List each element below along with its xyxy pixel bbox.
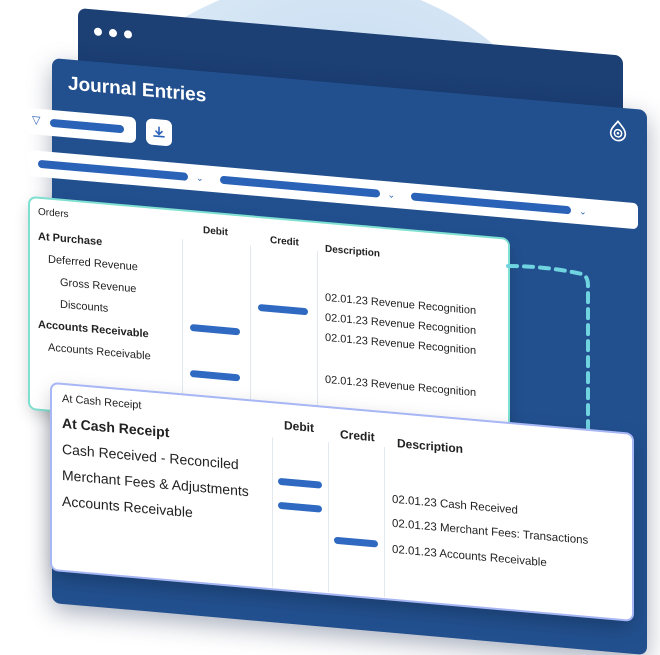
- toolbar: ▽: [26, 107, 172, 147]
- page-title: Journal Entries: [68, 73, 207, 107]
- description-text: 02.01.23 Revenue Recognition: [325, 331, 477, 358]
- select-2[interactable]: ⌄: [219, 174, 396, 200]
- credit-indicator: [334, 536, 378, 548]
- column-debit: Debit: [284, 418, 314, 435]
- debit-indicator: [278, 501, 322, 513]
- filter-icon: ▽: [32, 114, 41, 127]
- description-text: 02.01.23 Revenue Recognition: [325, 373, 477, 400]
- column-credit: Credit: [270, 234, 299, 249]
- debit-indicator: [190, 369, 240, 382]
- column-credit: Credit: [340, 427, 375, 445]
- download-icon: [153, 126, 165, 138]
- description-text: 02.01.23 Accounts Receivable: [392, 543, 547, 570]
- window-dots-icon: [94, 27, 132, 39]
- filter-input[interactable]: ▽: [26, 107, 136, 144]
- select-1[interactable]: ⌄: [38, 158, 204, 183]
- cash-section-label: At Cash Receipt: [62, 392, 142, 412]
- select-3[interactable]: ⌄: [411, 191, 587, 217]
- description-text: 02.01.23 Cash Received: [392, 493, 518, 517]
- list-item: Gross Revenue: [60, 276, 137, 296]
- list-item: Cash Received - Reconciled: [62, 440, 239, 473]
- download-button[interactable]: [146, 118, 172, 147]
- chevron-down-icon: ⌄: [387, 188, 396, 200]
- list-item: Accounts Receivable: [62, 492, 193, 521]
- connector-line: [506, 264, 590, 450]
- brand-logo-icon[interactable]: [607, 119, 629, 143]
- list-item: At Purchase: [38, 230, 103, 249]
- list-item: Discounts: [60, 298, 109, 315]
- orders-section-label: Orders: [38, 206, 69, 221]
- journal-entries-illustration: Journal Entries ▽ ⌄ ⌄ ⌄ Orders Debit Cre…: [0, 0, 660, 655]
- chevron-down-icon: ⌄: [196, 172, 204, 183]
- column-debit: Debit: [203, 225, 228, 239]
- debit-indicator: [190, 323, 240, 336]
- debit-indicator: [278, 477, 322, 489]
- description-text: 02.01.23 Merchant Fees: Transactions: [392, 517, 589, 547]
- list-item: Deferred Revenue: [48, 253, 138, 274]
- list-item: Accounts Receivable: [48, 341, 151, 363]
- list-item: Accounts Receivable: [38, 318, 149, 341]
- list-item: At Cash Receipt: [62, 414, 170, 441]
- column-description: Description: [325, 243, 381, 260]
- column-description: Description: [397, 436, 464, 456]
- chevron-down-icon: ⌄: [579, 205, 587, 217]
- credit-indicator: [258, 303, 308, 316]
